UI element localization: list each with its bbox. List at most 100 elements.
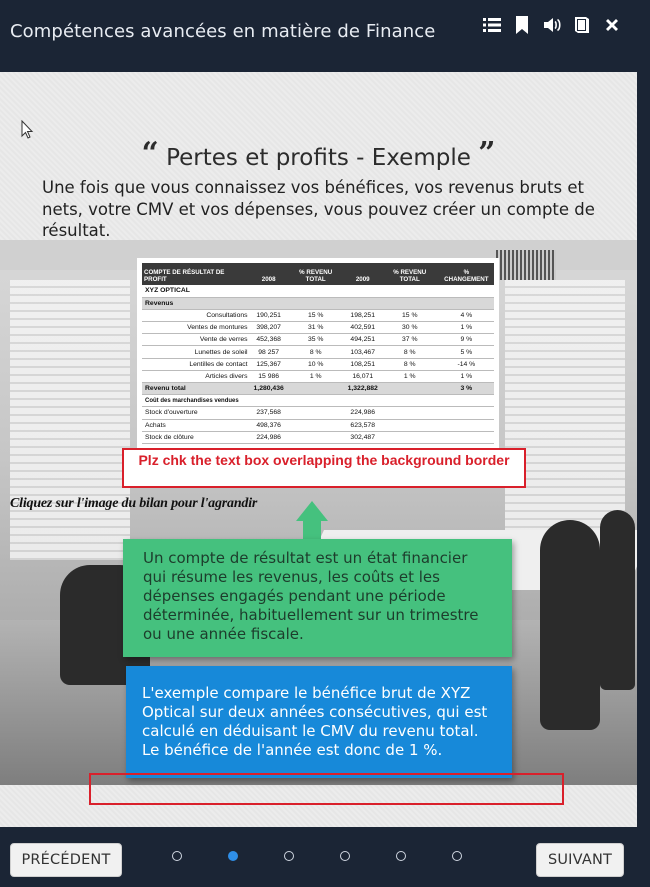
table-cell: 1 %	[286, 370, 345, 384]
close-icon[interactable]	[602, 15, 622, 35]
heading-text: Pertes et profits - Exemple	[166, 145, 471, 171]
page-dots	[172, 851, 508, 861]
quote-open-icon: “	[141, 136, 159, 171]
click-hint: Cliquez sur l'image du bilan pour l'agra…	[10, 496, 258, 511]
table-cell	[438, 431, 494, 444]
bookmark-icon[interactable]	[512, 15, 532, 35]
table-cell	[286, 431, 345, 444]
table-row: Vente de verres 452,368 35 % 494,251 37 % 9 %	[142, 333, 494, 347]
table-cell: 623,578	[344, 419, 381, 432]
table-row-section: Revenus	[142, 297, 494, 310]
table-cell: 237,568	[250, 406, 287, 420]
table-header: % REVENU TOTAL	[286, 263, 345, 285]
table-cell: Vente de verres	[142, 333, 251, 347]
table-cell: Stock d'ouverture	[142, 406, 251, 420]
table-cell: Stock de clôture	[142, 431, 251, 444]
table-cell: 8 %	[380, 358, 439, 371]
table-cell: Lentilles de contact	[142, 358, 251, 371]
table-cell: 398,207	[250, 321, 287, 335]
table-cell	[286, 406, 345, 420]
table-cell: -14 %	[438, 358, 494, 371]
table-cell: 4 %	[438, 309, 494, 323]
table-cell: 8 %	[286, 345, 345, 359]
table-header: % CHANGEMENT	[438, 263, 494, 285]
slide-heading: “ Pertes et profits - Exemple ”	[0, 136, 637, 171]
table-cell: 98 257	[250, 345, 287, 359]
table-header: 2009	[344, 263, 381, 285]
book-icon[interactable]	[572, 15, 592, 35]
table-row: Articles divers 15 986 1 % 16,071 1 % 1 %	[142, 370, 494, 384]
table-cell: Ventes de montures	[142, 321, 251, 335]
table-cell: 108,251	[344, 358, 381, 371]
table-cell: 37 %	[380, 333, 439, 347]
table-cell: 198,251	[344, 309, 381, 323]
table-row-total: Revenu total 1,280,436 1,322,882 3 %	[142, 382, 494, 396]
table-cell: 1 %	[380, 370, 439, 384]
section-cogs: Coût des marchandises vendues	[142, 394, 251, 408]
course-title: Compétences avancées en matière de Finan…	[10, 21, 436, 42]
table-cell	[380, 419, 439, 432]
table-header: 2008	[250, 263, 287, 285]
volume-icon[interactable]	[542, 15, 562, 35]
previous-button[interactable]: PRÉCÉDENT	[10, 843, 122, 877]
mouse-cursor-icon	[21, 120, 34, 139]
table-cell: 190,251	[250, 309, 287, 323]
table-cell: 3 %	[438, 382, 494, 396]
table-cell: 1,280,436	[250, 382, 287, 396]
example-callout: L'exemple compare le bénéfice brut de XY…	[126, 666, 512, 778]
menu-list-icon[interactable]	[482, 15, 502, 35]
table-cell: 1 %	[438, 370, 494, 384]
table-cell: 402,591	[344, 321, 381, 335]
scrollbar[interactable]	[637, 72, 650, 827]
page-dot[interactable]	[172, 851, 182, 861]
table-row: Stock de clôture 224,986 302,487	[142, 431, 494, 444]
page-dot[interactable]	[340, 851, 350, 861]
definition-callout: Un compte de résultat est un état financ…	[123, 539, 512, 657]
table-row-section: Coût des marchandises vendues	[142, 394, 494, 408]
table-cell: 16,071	[344, 370, 381, 384]
table-header: % REVENU TOTAL	[380, 263, 439, 285]
table-cell: 452,368	[250, 333, 287, 347]
income-statement-image[interactable]: COMPTE DE RÉSULTAT DE PROFIT 2008 % REVE…	[137, 258, 499, 470]
page-dot[interactable]	[284, 851, 294, 861]
table-cell: 5 %	[438, 345, 494, 359]
slide-stage: “ Pertes et profits - Exemple ” Une fois…	[0, 72, 637, 827]
table-cell	[380, 382, 439, 396]
table-cell: 224,986	[250, 431, 287, 444]
table-cell: 1 %	[438, 321, 494, 335]
table-cell: 15 %	[380, 309, 439, 323]
table-cell: 15 986	[250, 370, 287, 384]
page-dot[interactable]	[452, 851, 462, 861]
review-outline-box	[89, 773, 564, 805]
income-statement-table: COMPTE DE RÉSULTAT DE PROFIT 2008 % REVE…	[142, 263, 494, 444]
table-row: Lunettes de soleil 98 257 8 % 103,467 8 % 5 %	[142, 345, 494, 359]
table-cell: 35 %	[286, 333, 345, 347]
table-cell	[286, 419, 345, 432]
table-cell: 8 %	[380, 345, 439, 359]
table-header: COMPTE DE RÉSULTAT DE PROFIT	[142, 263, 251, 285]
next-button[interactable]: SUIVANT	[536, 843, 624, 877]
table-cell	[380, 406, 439, 420]
page-dot[interactable]	[228, 851, 238, 861]
top-bar: Compétences avancées en matière de Finan…	[0, 0, 650, 72]
page-dot[interactable]	[396, 851, 406, 861]
table-row: Ventes de montures 398,207 31 % 402,591 30 %…	[142, 321, 494, 335]
table-cell: Achats	[142, 419, 251, 432]
table-cell	[380, 431, 439, 444]
section-revenue: Revenus	[142, 297, 251, 310]
footer-nav: PRÉCÉDENT SUIVANT	[0, 827, 650, 887]
table-cell: Articles divers	[142, 370, 251, 384]
table-header-row: COMPTE DE RÉSULTAT DE PROFIT 2008 % REVE…	[142, 263, 494, 285]
table-row: Lentilles de contact 125,367 10 % 108,251 8 …	[142, 358, 494, 371]
table-row: Achats 498,376 623,578	[142, 419, 494, 432]
table-cell: 30 %	[380, 321, 439, 335]
table-row-company: XYZ OPTICAL	[142, 285, 494, 298]
table-cell: Revenu total	[142, 382, 251, 396]
table-cell	[438, 406, 494, 420]
table-cell: 31 %	[286, 321, 345, 335]
table-cell: Lunettes de soleil	[142, 345, 251, 359]
table-row: Stock d'ouverture 237,568 224,986	[142, 406, 494, 420]
quote-close-icon: ”	[478, 136, 496, 171]
review-note-box: Plz chk the text box overlapping the bac…	[122, 448, 526, 488]
table-cell: 302,487	[344, 431, 381, 444]
